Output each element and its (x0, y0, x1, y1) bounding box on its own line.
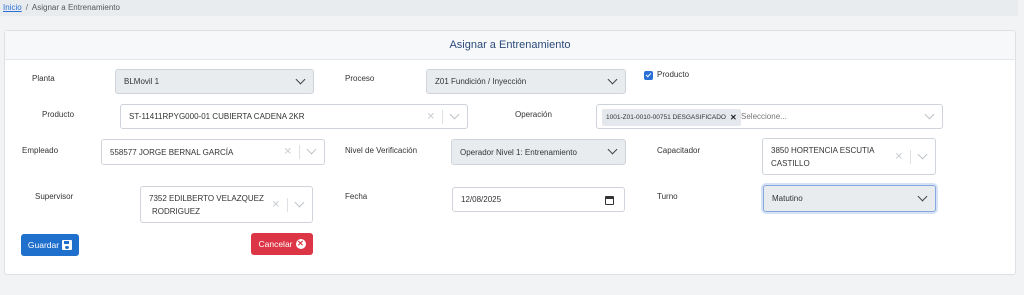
selected-tag-label: 1001-Z01-0010-00751 DESGASIFICADO (606, 114, 726, 121)
clear-icon[interactable]: ✕ (895, 151, 903, 162)
chevron-down-icon (924, 109, 935, 119)
chevron-down-icon (449, 109, 460, 119)
chevron-down-icon (295, 74, 306, 84)
chevron-down-icon (607, 74, 618, 84)
fecha-value: 12/08/2025 (461, 195, 502, 204)
chevron-down-icon (306, 144, 317, 155)
supervisor-label: Supervisor (35, 192, 74, 201)
chevron-down-icon (607, 144, 618, 155)
empleado-select[interactable]: 558577 JORGE BERNAL GARCÍA ✕ (101, 139, 325, 165)
select-divider (299, 145, 300, 159)
breadcrumb-home-link[interactable]: Inicio (3, 3, 22, 12)
planta-label: Planta (32, 74, 55, 83)
cancel-button[interactable]: Cancelar ✕ (251, 233, 313, 255)
card-title: Asignar a Entrenamiento (5, 31, 1015, 60)
capacitador-select[interactable]: 3850 HORTENCIA ESCUTIA CASTILLO ✕ (762, 138, 936, 175)
turno-value: Matutino (772, 194, 803, 203)
save-button[interactable]: Guardar (21, 234, 79, 256)
supervisor-select[interactable]: 7352 EDILBERTO VELAZQUEZ RODRIGUEZ ✕ (140, 186, 313, 223)
supervisor-line1: 7352 EDILBERTO VELAZQUEZ (149, 193, 264, 203)
proceso-value: Z01 Fundición / Inyección (435, 77, 527, 86)
empleado-value: 558577 JORGE BERNAL GARCÍA (110, 147, 234, 157)
capacitador-line2: CASTILLO (771, 158, 810, 168)
breadcrumb-current: Asignar a Entrenamiento (31, 3, 120, 12)
producto-checkbox-label: Producto (657, 70, 690, 79)
selected-tag: 1001-Z01-0010-00751 DESGASIFICADO ✕ (602, 109, 741, 126)
proceso-select[interactable]: Z01 Fundición / Inyección (426, 69, 626, 94)
nivel-label: Nivel de Verificación (345, 146, 418, 155)
chevron-down-icon (917, 149, 928, 159)
producto-value: ST-11411RPYG000-01 CUBIERTA CADENA 2KR (129, 112, 305, 121)
capacitador-value: 3850 HORTENCIA ESCUTIA CASTILLO (771, 139, 874, 174)
clear-icon[interactable]: ✕ (272, 199, 280, 210)
clear-icon[interactable]: ✕ (427, 111, 435, 122)
floppy-disk-icon (62, 240, 73, 250)
capacitador-label: Capacitador (657, 146, 701, 155)
planta-select[interactable]: BLMovil 1 (115, 69, 314, 94)
turno-select[interactable]: Matutino (763, 185, 936, 212)
chevron-down-icon (917, 191, 928, 201)
producto-select[interactable]: ST-11411RPYG000-01 CUBIERTA CADENA 2KR ✕ (120, 104, 468, 129)
breadcrumb-separator: / (25, 3, 28, 12)
operacion-label: Operación (515, 110, 552, 119)
fecha-input[interactable]: 12/08/2025 (452, 187, 625, 212)
turno-label: Turno (657, 192, 678, 201)
nivel-value: Operador Nivel 1: Entrenamiento (460, 147, 577, 157)
clear-icon[interactable]: ✕ (284, 147, 292, 158)
save-button-label: Guardar (27, 240, 60, 250)
proceso-label: Proceso (345, 74, 375, 83)
operacion-multiselect[interactable]: 1001-Z01-0010-00751 DESGASIFICADO ✕ Sele… (596, 104, 943, 129)
breadcrumb: Inicio / Asignar a Entrenamiento (0, 0, 1018, 16)
operacion-placeholder: Seleccione... (741, 112, 787, 121)
close-circle-icon: ✕ (295, 239, 306, 249)
cancel-button-label: Cancelar (258, 239, 293, 249)
remove-tag-icon[interactable]: ✕ (730, 113, 737, 122)
capacitador-line1: 3850 HORTENCIA ESCUTIA (771, 145, 875, 155)
supervisor-line2: RODRIGUEZ (152, 206, 200, 216)
calendar-icon[interactable] (605, 195, 614, 205)
select-divider (910, 149, 911, 164)
select-divider (287, 197, 288, 212)
select-divider (442, 109, 443, 124)
nivel-select[interactable]: Operador Nivel 1: Entrenamiento (451, 139, 626, 165)
supervisor-value: 7352 EDILBERTO VELAZQUEZ RODRIGUEZ (149, 187, 264, 222)
empleado-label: Empleado (22, 146, 59, 155)
planta-value: BLMovil 1 (124, 77, 160, 86)
producto-label: Producto (42, 110, 75, 119)
producto-checkbox[interactable] (644, 71, 653, 80)
fecha-label: Fecha (345, 192, 368, 201)
chevron-down-icon (294, 197, 305, 207)
